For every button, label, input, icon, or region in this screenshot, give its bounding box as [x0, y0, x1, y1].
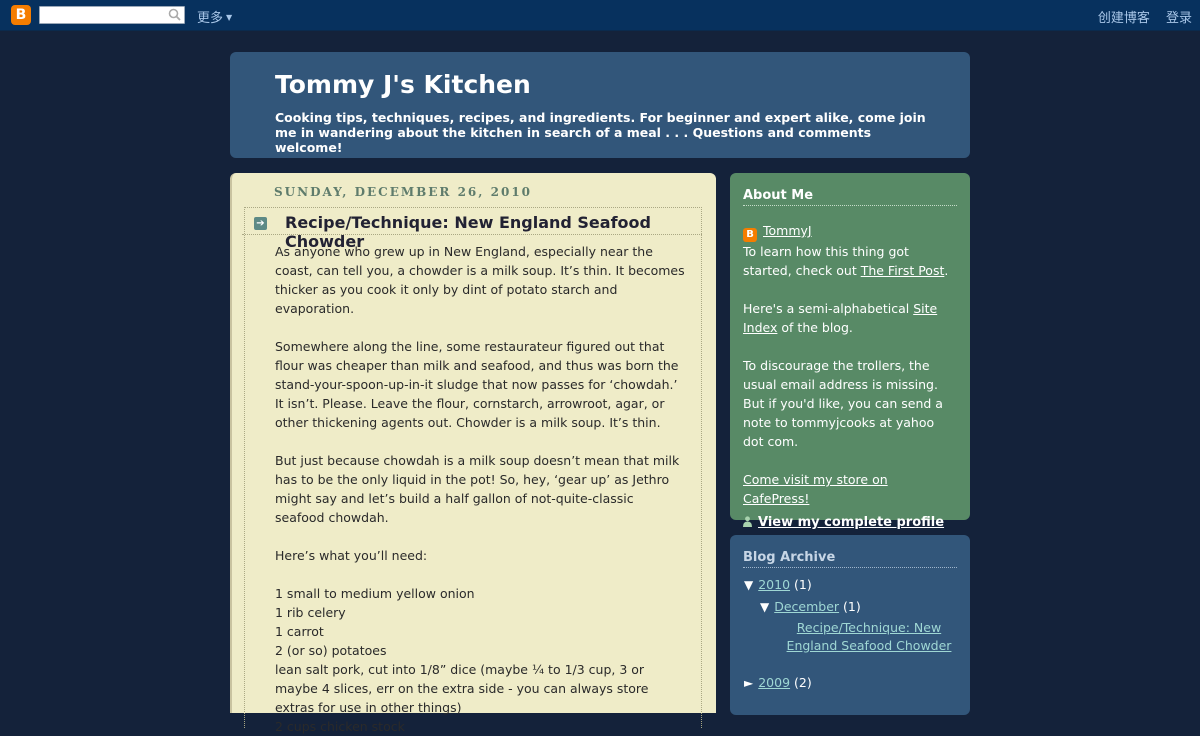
blogger-profile-icon: B — [743, 228, 757, 242]
ingredient-item: 2 cups chicken stock — [275, 719, 405, 734]
blog-header: Tommy J's Kitchen Cooking tips, techniqu… — [230, 52, 970, 158]
archive-month-row: ▼ December (1) — [760, 599, 861, 614]
archive-month-link[interactable]: December — [774, 599, 839, 614]
nav-account-links: 创建博客 登录 — [1086, 7, 1192, 26]
post-paragraph: But just because chowdah is a milk soup … — [275, 453, 680, 525]
post-paragraph: Somewhere along the line, some restaurat… — [275, 339, 679, 430]
ingredient-item: 1 small to medium yellow onion — [275, 586, 475, 601]
archive-year-row: ▼ 2010 (1) — [744, 577, 812, 592]
archive-year-row: ► 2009 (2) — [744, 675, 812, 690]
archive-year-link[interactable]: 2009 — [758, 675, 790, 690]
archive-post-item: Recipe/Technique: New England Seafood Ch… — [774, 619, 964, 655]
login-link[interactable]: 登录 — [1166, 11, 1192, 26]
about-text: of the blog. — [777, 320, 853, 335]
expanded-toggle-icon[interactable]: ▼ — [760, 600, 769, 614]
ingredient-list: 1 small to medium yellow onion 1 rib cel… — [275, 584, 687, 736]
main-column: SUNDAY, DECEMBER 26, 2010 ➔ Recipe/Techn… — [230, 173, 716, 734]
about-text: Here's a semi-alphabetical — [743, 301, 914, 316]
archive-count: (1) — [794, 577, 812, 592]
author-link[interactable]: TommyJ — [763, 223, 812, 238]
about-text: . — [944, 263, 949, 278]
chevron-down-icon: ▼ — [226, 13, 233, 22]
archive-post-link[interactable]: Recipe/Technique: New England Seafood Ch… — [787, 620, 952, 653]
blog-archive-title: Blog Archive — [743, 550, 957, 568]
view-profile-link[interactable]: View my complete profile — [758, 515, 944, 530]
post-date: SUNDAY, DECEMBER 26, 2010 — [274, 185, 533, 199]
post-paragraph: Here’s what you’ll need: — [275, 548, 428, 563]
cafepress-store-link[interactable]: Come visit my store on CafePress! — [743, 472, 888, 506]
about-text: To discourage the trollers, the usual em… — [743, 358, 943, 449]
post-paragraph: As anyone who grew up in New England, es… — [275, 244, 685, 316]
ingredient-item: 2 (or so) potatoes — [275, 643, 387, 658]
archive-count: (1) — [843, 599, 861, 614]
about-me-body: B TommyJ To learn how this thing got star… — [743, 221, 957, 532]
post-title-row: ➔ Recipe/Technique: New England Seafood … — [242, 210, 702, 251]
ingredient-item: 1 rib celery — [275, 605, 346, 620]
first-post-link[interactable]: The First Post — [861, 263, 945, 278]
blogger-logo-icon[interactable]: B — [11, 5, 31, 25]
more-label: 更多 — [197, 11, 224, 26]
blog-archive-widget: Blog Archive ▼ 2010 (1) ▼ December (1) Rec… — [730, 535, 970, 715]
search-icon[interactable] — [168, 8, 181, 21]
search-box — [39, 6, 185, 24]
more-menu-button[interactable]: 更多 ▼ — [197, 7, 232, 26]
ingredient-item: 1 carrot — [275, 624, 324, 639]
person-icon — [743, 516, 752, 527]
blog-title[interactable]: Tommy J's Kitchen — [275, 70, 531, 99]
collapsed-toggle-icon[interactable]: ► — [744, 676, 753, 690]
about-me-widget: About Me B TommyJ To learn how this thing… — [730, 173, 970, 530]
expanded-toggle-icon[interactable]: ▼ — [744, 578, 753, 592]
archive-year-link[interactable]: 2010 — [758, 577, 790, 592]
search-input[interactable] — [40, 7, 170, 23]
create-blog-link[interactable]: 创建博客 — [1098, 11, 1150, 26]
about-me-title: About Me — [743, 188, 957, 206]
blogger-navbar: B 更多 ▼ 创建博客 登录 — [0, 0, 1200, 31]
blog-description: Cooking tips, techniques, recipes, and i… — [275, 110, 926, 155]
ingredient-item: lean salt pork, cut into 1/8” dice (mayb… — [275, 662, 649, 715]
arrow-right-icon: ➔ — [254, 217, 267, 230]
post-body: As anyone who grew up in New England, es… — [275, 242, 687, 736]
archive-count: (2) — [794, 675, 812, 690]
